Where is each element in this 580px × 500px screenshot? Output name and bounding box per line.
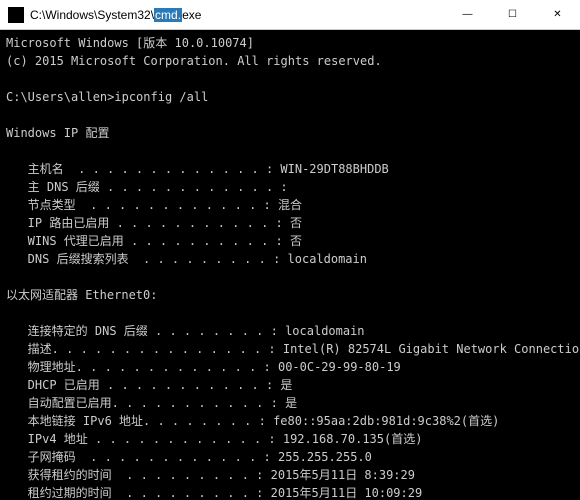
config-row: 租约过期的时间 . . . . . . . . . : 2015年5月11日 1…: [6, 486, 422, 500]
ip-config-header: Windows IP 配置: [6, 126, 109, 140]
global-config-rows: 主机名 . . . . . . . . . . . . . : WIN-29DT…: [6, 160, 574, 268]
config-row: IPv4 地址 . . . . . . . . . . . . : 192.16…: [6, 432, 422, 446]
config-row: 连接特定的 DNS 后缀 . . . . . . . . : localdoma…: [6, 324, 365, 338]
prompt-cwd: C:\Users\allen>: [6, 90, 114, 104]
minimize-button[interactable]: —: [445, 0, 490, 29]
prompt-command: ipconfig /all: [114, 90, 208, 104]
window-controls: — ☐ ✕: [445, 0, 580, 29]
title-suffix: exe: [182, 8, 201, 22]
config-row: 主机名 . . . . . . . . . . . . . : WIN-29DT…: [6, 162, 389, 176]
title-left: C:\Windows\System32\cmd.exe: [0, 7, 201, 23]
config-row: DNS 后缀搜索列表 . . . . . . . . . : localdoma…: [6, 252, 367, 266]
cmd-icon: [8, 7, 24, 23]
config-row: 自动配置已启用. . . . . . . . . . . : 是: [6, 396, 297, 410]
config-row: WINS 代理已启用 . . . . . . . . . . : 否: [6, 234, 302, 248]
maximize-button[interactable]: ☐: [490, 0, 535, 29]
terminal-output[interactable]: Microsoft Windows [版本 10.0.10074] (c) 20…: [0, 30, 580, 500]
config-row: 描述. . . . . . . . . . . . . . . : Intel(…: [6, 342, 580, 356]
title-highlight: cmd.: [154, 8, 182, 22]
config-row: 子网掩码 . . . . . . . . . . . . : 255.255.2…: [6, 450, 372, 464]
adapter-config-rows: 连接特定的 DNS 后缀 . . . . . . . . : localdoma…: [6, 322, 574, 500]
config-row: IP 路由已启用 . . . . . . . . . . . : 否: [6, 216, 302, 230]
config-row: 节点类型 . . . . . . . . . . . . : 混合: [6, 198, 302, 212]
header-line1: Microsoft Windows [版本 10.0.10074]: [6, 36, 254, 50]
config-row: 本地链接 IPv6 地址. . . . . . . . : fe80::95aa…: [6, 414, 499, 428]
close-button[interactable]: ✕: [535, 0, 580, 29]
adapter-header: 以太网适配器 Ethernet0:: [6, 288, 157, 302]
header-line2: (c) 2015 Microsoft Corporation. All righ…: [6, 54, 382, 68]
config-row: 物理地址. . . . . . . . . . . . . : 00-0C-29…: [6, 360, 401, 374]
window-title-bar: C:\Windows\System32\cmd.exe — ☐ ✕: [0, 0, 580, 30]
config-row: DHCP 已启用 . . . . . . . . . . . : 是: [6, 378, 292, 392]
config-row: 主 DNS 后缀 . . . . . . . . . . . . :: [6, 180, 288, 194]
config-row: 获得租约的时间 . . . . . . . . . : 2015年5月11日 8…: [6, 468, 415, 482]
title-prefix: C:\Windows\System32\: [30, 8, 154, 22]
window-title: C:\Windows\System32\cmd.exe: [30, 8, 201, 22]
